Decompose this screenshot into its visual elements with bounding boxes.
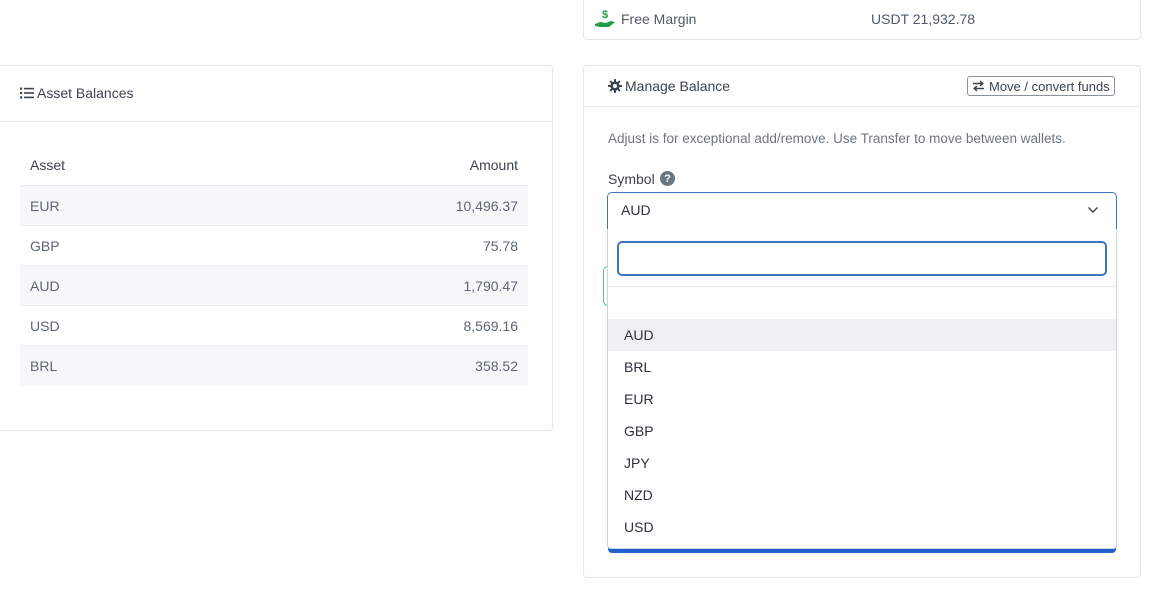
gear-icon bbox=[608, 79, 622, 93]
amount-cell: 10,496.37 bbox=[455, 198, 518, 214]
table-row: BRL 358.52 bbox=[20, 346, 528, 386]
column-header-amount: Amount bbox=[469, 157, 518, 173]
amount-cell: 75.78 bbox=[482, 238, 518, 254]
amount-cell: 8,569.16 bbox=[463, 318, 519, 334]
hand-dollar-icon: $ bbox=[595, 9, 615, 27]
symbol-search-input[interactable] bbox=[617, 241, 1107, 276]
svg-text:$: $ bbox=[602, 9, 608, 21]
manage-balance-header-divider bbox=[584, 106, 1140, 107]
dropdown-divider bbox=[608, 286, 1116, 287]
exchange-icon bbox=[973, 80, 984, 92]
asset-balances-title: Asset Balances bbox=[37, 85, 134, 101]
symbol-select[interactable] bbox=[607, 192, 1117, 230]
asset-cell: USD bbox=[30, 318, 60, 334]
table-row: AUD 1,790.47 bbox=[20, 266, 528, 306]
symbol-option-usd[interactable]: USD bbox=[608, 511, 1116, 543]
symbol-option-gbp[interactable]: GBP bbox=[608, 415, 1116, 447]
symbol-option-eur[interactable]: EUR bbox=[608, 383, 1116, 415]
table-row: EUR 10,496.37 bbox=[20, 186, 528, 226]
manage-balance-note: Adjust is for exceptional add/remove. Us… bbox=[608, 131, 1066, 146]
table-header-row: Asset Amount bbox=[20, 145, 528, 186]
asset-cell: AUD bbox=[30, 278, 60, 294]
free-margin-label: Free Margin bbox=[621, 11, 697, 27]
table-row: USD 8,569.16 bbox=[20, 306, 528, 346]
amount-cell: 358.52 bbox=[475, 358, 518, 374]
move-convert-funds-button[interactable]: Move / convert funds bbox=[967, 76, 1115, 96]
asset-cell: GBP bbox=[30, 238, 60, 254]
help-icon[interactable]: ? bbox=[660, 171, 675, 186]
symbol-select-value: AUD bbox=[621, 202, 651, 218]
column-header-asset: Asset bbox=[30, 157, 66, 173]
manage-balance-title: Manage Balance bbox=[625, 78, 731, 94]
chevron-down-icon[interactable] bbox=[1087, 205, 1099, 215]
symbol-option-nzd[interactable]: NZD bbox=[608, 479, 1116, 511]
symbol-option-aud[interactable]: AUD bbox=[608, 319, 1116, 351]
table-row: GBP 75.78 bbox=[20, 226, 528, 266]
amount-cell: 1,790.47 bbox=[463, 278, 519, 294]
asset-balances-table: Asset Amount EUR 10,496.37 GBP 75.78 AUD… bbox=[20, 145, 528, 386]
symbol-option-brl[interactable]: BRL bbox=[608, 351, 1116, 383]
symbol-option-jpy[interactable]: JPY bbox=[608, 447, 1116, 479]
move-convert-funds-label: Move / convert funds bbox=[989, 78, 1110, 94]
list-icon bbox=[20, 87, 34, 99]
asset-cell: EUR bbox=[30, 198, 60, 214]
asset-cell: BRL bbox=[30, 358, 58, 374]
free-margin-value: USDT 21,932.78 bbox=[871, 11, 976, 27]
asset-balances-header-divider bbox=[0, 121, 552, 122]
symbol-label: Symbol bbox=[608, 171, 655, 187]
